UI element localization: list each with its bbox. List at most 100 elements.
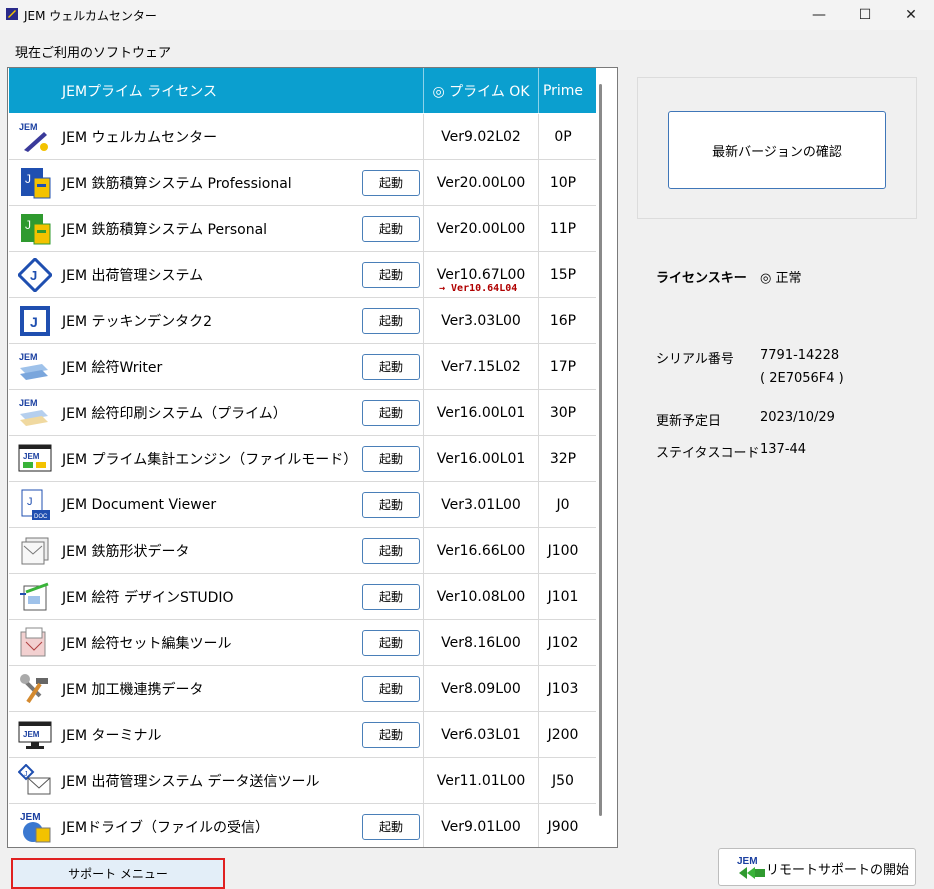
app-logo-icon — [6, 8, 18, 20]
list-item[interactable]: JEM 鉄筋形状データ 起動 Ver16.66L00 J100 — [9, 528, 596, 574]
remote-support-icon: JEM — [737, 856, 765, 879]
support-menu-button[interactable]: サポート メニュー — [11, 858, 225, 889]
app-name: JEM 鉄筋積算システム Professional — [62, 175, 292, 192]
launch-button[interactable]: 起動 — [362, 721, 420, 748]
svg-text:JEM: JEM — [23, 452, 40, 461]
prime-points: 17P — [538, 344, 587, 389]
app-version: Ver7.15L02 — [423, 344, 538, 389]
list-item[interactable]: JEM JEM ウェルカムセンター Ver9.02L02 0P — [9, 114, 596, 160]
design-studio-icon — [20, 582, 49, 610]
launch-cell — [359, 758, 423, 803]
prime-points: 32P — [538, 436, 587, 481]
launch-cell: 起動 — [359, 528, 423, 573]
app-version: Ver20.00L00 — [423, 206, 538, 251]
prime-points: 0P — [538, 114, 587, 159]
list-item[interactable]: JEM JEM 絵符印刷システム（プライム） 起動 Ver16.00L01 30P — [9, 390, 596, 436]
app-icon-cell: J — [11, 252, 59, 297]
app-version: Ver8.09L00 — [423, 666, 538, 711]
minimize-button[interactable]: — — [796, 0, 842, 30]
prime-points: 11P — [538, 206, 587, 251]
app-name: JEM 絵符 デザインSTUDIO — [62, 589, 234, 606]
jem-drive-icon: JEM — [20, 812, 51, 842]
list-item[interactable]: JEM JEMドライブ（ファイルの受信） 起動 Ver9.01L00 J900 — [9, 804, 596, 847]
close-button[interactable]: ✕ — [888, 0, 934, 30]
list-item[interactable]: JEM JEM 絵符Writer 起動 Ver7.15L02 17P — [9, 344, 596, 390]
launch-button[interactable]: 起動 — [362, 675, 420, 702]
list-item[interactable]: J JEM テッキンデンタク2 起動 Ver3.03L00 16P — [9, 298, 596, 344]
renewal-label: 更新予定日 — [656, 414, 722, 429]
version-text: Ver16.00L01 — [436, 450, 526, 467]
version-text: Ver8.16L00 — [441, 634, 521, 651]
list-item[interactable]: J JEM 鉄筋積算システム Personal 起動 Ver20.00L00 11P — [9, 206, 596, 252]
launch-cell: 起動 — [359, 436, 423, 481]
print-stack-icon: JEM — [19, 398, 48, 426]
app-icon-cell: J — [11, 298, 59, 343]
launch-cell: 起動 — [359, 390, 423, 435]
calc-engine-icon: JEM — [18, 444, 52, 471]
app-icon-cell: J DOC — [11, 482, 59, 527]
app-version: Ver6.03L01 — [423, 712, 538, 757]
app-icon-cell: JEM — [11, 712, 59, 757]
app-version: Ver9.01L00 — [423, 804, 538, 847]
launch-button[interactable]: 起動 — [362, 215, 420, 242]
prime-points: J102 — [538, 620, 587, 665]
rebar-personal-icon: J — [21, 213, 51, 244]
list-item[interactable]: J JEM 出荷管理システム 起動 Ver10.67L00 → Ver10.64L04 1… — [9, 252, 596, 298]
app-name: JEM 絵符印刷システム（プライム） — [62, 405, 287, 422]
launch-button[interactable]: 起動 — [362, 261, 420, 288]
section-label: 現在ご利用のソフトウェア — [15, 46, 172, 61]
list-item[interactable]: JEM 加工機連携データ 起動 Ver8.09L00 J103 — [9, 666, 596, 712]
app-icon-cell — [11, 574, 59, 619]
app-name: JEM 鉄筋積算システム Personal — [62, 221, 268, 238]
prime-points: J200 — [538, 712, 587, 757]
software-list[interactable]: JEMプライム ライセンス ◎ プライム OK Prime JEM JEM ウェル… — [7, 67, 618, 848]
list-item[interactable]: JEM JEM ターミナル 起動 Ver6.03L01 J200 — [9, 712, 596, 758]
version-text: Ver3.01L00 — [441, 496, 521, 513]
launch-button[interactable]: 起動 — [362, 583, 420, 610]
svg-text:J: J — [25, 172, 31, 186]
list-item[interactable]: JEM JEM プライム集計エンジン（ファイルモード） 起動 Ver16.00L01 3… — [9, 436, 596, 482]
launch-button[interactable]: 起動 — [362, 491, 420, 518]
window-title: JEM ウェルカムセンター — [24, 9, 157, 23]
serial-label: シリアル番号 — [656, 352, 734, 367]
launch-button[interactable]: 起動 — [362, 537, 420, 564]
version-text: Ver11.01L00 — [436, 772, 526, 789]
list-item[interactable]: J DOC JEM Document Viewer 起動 Ver3.01L00 J0 — [9, 482, 596, 528]
app-name: JEM 鉄筋形状データ — [62, 543, 190, 560]
app-version: Ver8.16L00 — [423, 620, 538, 665]
launch-button[interactable]: 起動 — [362, 399, 420, 426]
mail-send-icon: J — [18, 763, 51, 794]
shape-data-icon — [21, 537, 49, 564]
status-code-label: ステイタスコード — [656, 446, 760, 461]
list-item[interactable]: JEM 絵符 デザインSTUDIO 起動 Ver10.08L00 J101 — [9, 574, 596, 620]
list-item[interactable]: JEM 絵符セット編集ツール 起動 Ver8.16L00 J102 — [9, 620, 596, 666]
list-item[interactable]: J JEM 出荷管理システム データ送信ツール Ver11.01L00 J50 — [9, 758, 596, 804]
remote-support-button[interactable]: JEM リモートサポートの開始 — [718, 848, 916, 886]
table-header: JEMプライム ライセンス ◎ プライム OK Prime — [9, 68, 596, 113]
svg-text:JEM: JEM — [19, 122, 38, 132]
svg-text:JEM: JEM — [19, 352, 38, 362]
launch-button[interactable]: 起動 — [362, 629, 420, 656]
app-name: JEM プライム集計エンジン（ファイルモード） — [62, 451, 358, 468]
list-item[interactable]: J JEM 鉄筋積算システム Professional 起動 Ver20.00L00 1… — [9, 160, 596, 206]
prime-points: 30P — [538, 390, 587, 435]
scrollbar-thumb[interactable] — [599, 84, 602, 816]
rebar-pro-icon: J — [21, 167, 51, 198]
launch-button[interactable]: 起動 — [362, 445, 420, 472]
version-text: Ver16.00L01 — [436, 404, 526, 421]
launch-button[interactable]: 起動 — [362, 169, 420, 196]
svg-text:DOC: DOC — [34, 514, 48, 520]
svg-text:J: J — [25, 218, 31, 232]
launch-button[interactable]: 起動 — [362, 813, 420, 840]
version-text: Ver20.00L00 — [436, 220, 526, 237]
set-edit-icon — [20, 627, 46, 656]
launch-button[interactable]: 起動 — [362, 307, 420, 334]
app-version: Ver10.08L00 — [423, 574, 538, 619]
launch-button[interactable]: 起動 — [362, 353, 420, 380]
app-icon-cell: J — [11, 160, 59, 205]
svg-text:J: J — [27, 496, 33, 508]
check-version-button[interactable]: 最新バージョンの確認 — [668, 111, 886, 189]
maximize-button[interactable]: ☐ — [842, 0, 888, 30]
launch-cell: 起動 — [359, 252, 423, 297]
svg-text:JEM: JEM — [19, 398, 38, 408]
